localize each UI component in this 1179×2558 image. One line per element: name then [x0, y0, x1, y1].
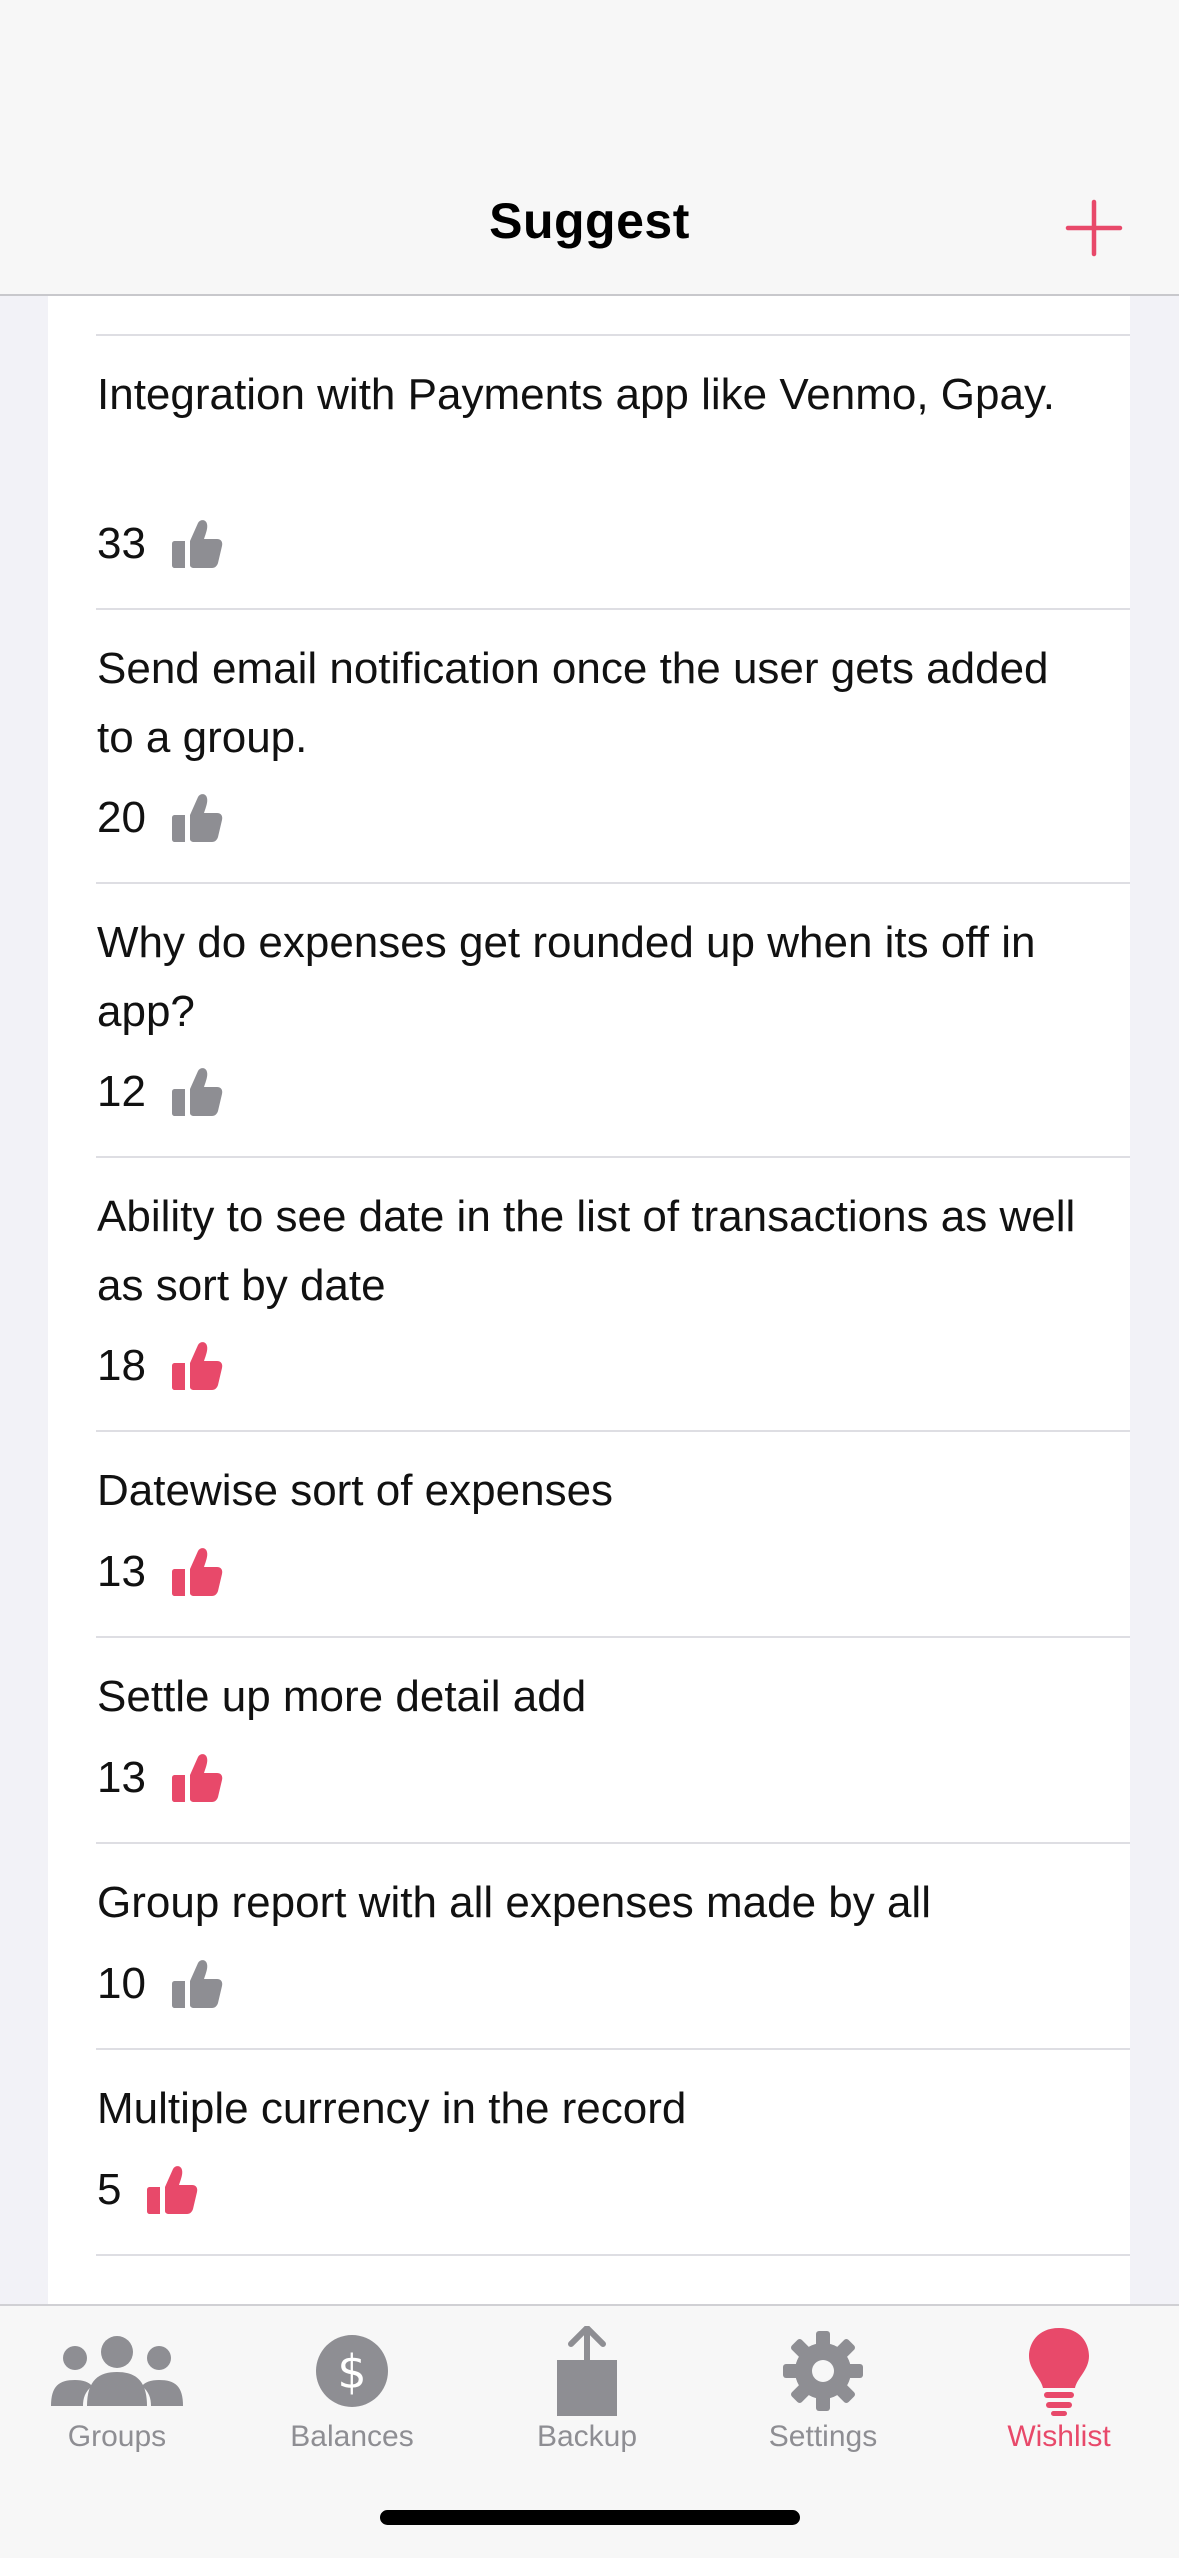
page-title: Suggest	[489, 193, 690, 249]
thumbs-up-icon[interactable]	[170, 1339, 224, 1393]
thumbs-up-icon[interactable]	[170, 1751, 224, 1805]
tab-wishlist[interactable]: Wishlist	[969, 2326, 1149, 2486]
vote-count: 5	[97, 2165, 122, 2214]
groups-icon	[51, 2336, 183, 2406]
vote-count: 13	[97, 1753, 146, 1802]
vote-area: 12	[97, 1062, 224, 1122]
suggestion-row[interactable]: Settle up more detail add 13	[48, 1638, 1130, 1842]
vote-area: 5	[97, 2160, 199, 2220]
tab-settings[interactable]: Settings	[733, 2326, 913, 2486]
tab-label: Wishlist	[1007, 2420, 1111, 2453]
tab-label: Balances	[290, 2420, 414, 2453]
suggestion-row[interactable]: Group report with all expenses made by a…	[48, 1844, 1130, 2048]
share-icon	[557, 2326, 617, 2416]
thumbs-up-icon[interactable]	[170, 1545, 224, 1599]
suggestion-row[interactable]: Ability to see date in the list of trans…	[48, 1158, 1130, 1430]
thumbs-up-icon[interactable]	[170, 1957, 224, 2011]
suggestion-title: Settle up more detail add	[97, 1672, 587, 1721]
vote-area: 18	[97, 1336, 224, 1396]
svg-text:$: $	[337, 2345, 366, 2399]
vote-count: 13	[97, 1547, 146, 1596]
tab-balances[interactable]: $ Balances	[262, 2326, 442, 2486]
tab-label: Settings	[768, 2420, 878, 2453]
suggestion-title: Send email notification once the user ge…	[97, 644, 1049, 762]
suggestion-row[interactable]: Send email notification once the user ge…	[48, 610, 1130, 882]
suggestion-title: Group report with all expenses made by a…	[97, 1878, 931, 1927]
suggestion-title: Datewise sort of expenses	[97, 1466, 614, 1515]
tab-label: Backup	[536, 2420, 638, 2453]
thumbs-up-icon[interactable]	[170, 517, 224, 571]
vote-count: 12	[97, 1067, 146, 1116]
suggestion-row[interactable]: Integration with Payments app like Venmo…	[48, 336, 1130, 608]
dollar-icon: $	[316, 2335, 388, 2407]
vote-count: 10	[97, 1959, 146, 2008]
suggestion-row[interactable]: Datewise sort of expenses 13	[48, 1432, 1130, 1636]
vote-count: 33	[97, 519, 146, 568]
suggestion-title: Multiple currency in the record	[97, 2084, 687, 2133]
vote-area: 33	[97, 514, 224, 574]
lightbulb-icon	[1029, 2328, 1089, 2416]
home-indicator	[380, 2510, 800, 2525]
thumbs-up-icon[interactable]	[145, 2163, 199, 2217]
vote-area: 13	[97, 1748, 224, 1808]
row-separator	[96, 2254, 1130, 2256]
thumbs-up-icon[interactable]	[170, 791, 224, 845]
suggestion-row[interactable]: Multiple currency in the record 5	[48, 2050, 1130, 2254]
gear-icon	[783, 2331, 863, 2411]
tab-label: Groups	[67, 2420, 167, 2453]
suggestion-title: Ability to see date in the list of trans…	[97, 1192, 1076, 1310]
tab-backup[interactable]: Backup	[497, 2326, 677, 2486]
tab-groups[interactable]: Groups	[27, 2326, 207, 2486]
vote-area: 20	[97, 788, 224, 848]
suggestion-row[interactable]: Why do expenses get rounded up when its …	[48, 884, 1130, 1156]
suggestion-list[interactable]: Integration with Payments app like Venmo…	[48, 294, 1130, 2304]
thumbs-up-icon[interactable]	[170, 1065, 224, 1119]
suggestion-title: Why do expenses get rounded up when its …	[97, 918, 1036, 1036]
vote-area: 10	[97, 1954, 224, 2014]
vote-area: 13	[97, 1542, 224, 1602]
vote-count: 18	[97, 1341, 146, 1390]
vote-count: 20	[97, 793, 146, 842]
add-suggestion-button[interactable]	[1064, 198, 1124, 258]
suggestion-title: Integration with Payments app like Venmo…	[97, 370, 1055, 419]
plus-icon	[1065, 199, 1123, 257]
navigation-bar: Suggest	[0, 0, 1179, 296]
